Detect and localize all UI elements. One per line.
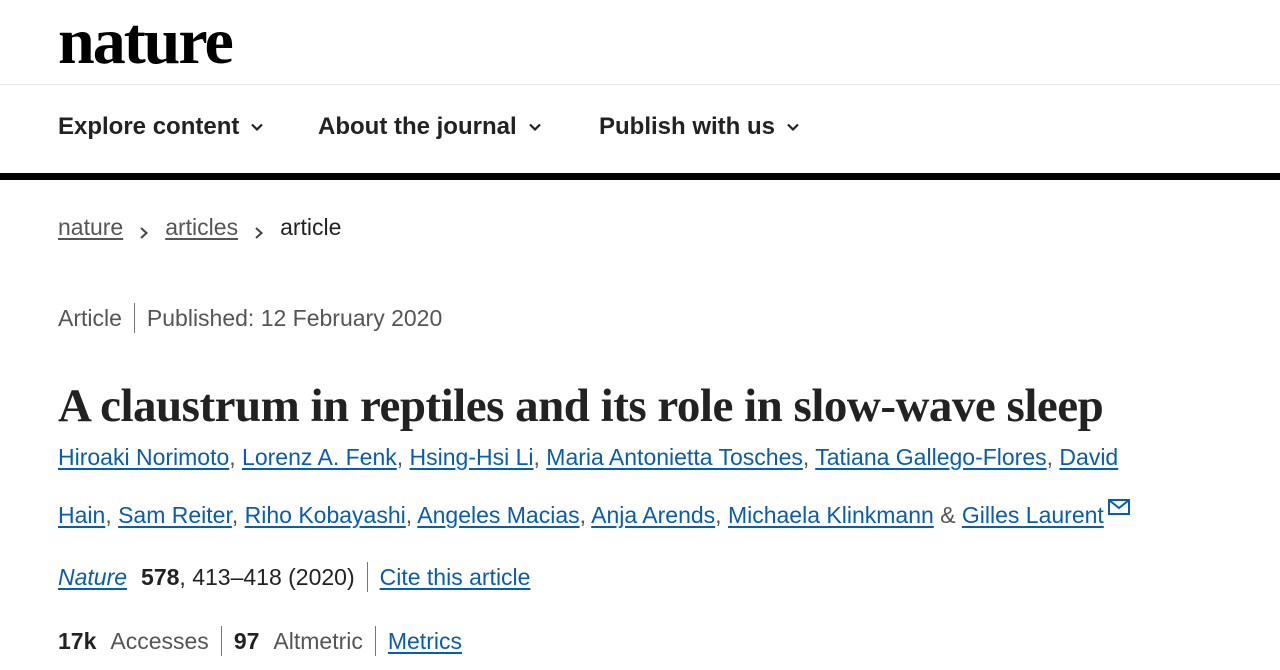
author-link[interactable]: Tatiana Gallego-Flores: [815, 444, 1046, 470]
author-link[interactable]: Maria Antonietta Tosches: [546, 444, 803, 470]
altmetric-label: Altmetric: [273, 627, 363, 654]
separator: ,: [231, 502, 239, 528]
breadcrumb-link-nature[interactable]: nature: [58, 214, 123, 241]
breadcrumb-current: article: [280, 214, 342, 240]
accesses-count: 17k: [58, 627, 97, 654]
accesses-label: Accesses: [110, 627, 209, 654]
citation: Nature 578 , 413–418 (2020) Cite this ar…: [58, 562, 530, 592]
nav-explore-content[interactable]: Explore content: [58, 113, 265, 141]
header-divider: [0, 173, 1280, 180]
article-metrics: 17k Accesses 97 Altmetric Metrics: [58, 626, 462, 656]
author-link[interactable]: Riho Kobayashi: [245, 502, 406, 528]
separator: ,: [1046, 444, 1054, 470]
breadcrumb-link-articles[interactable]: articles: [165, 214, 238, 241]
separator: ,: [802, 444, 810, 470]
article-type: Article: [58, 304, 122, 331]
author-link[interactable]: David: [1059, 444, 1118, 470]
metrics-link[interactable]: Metrics: [388, 628, 462, 655]
separator: ,: [715, 502, 722, 528]
pages-year: , 413–418 (2020): [179, 563, 355, 590]
envelope-icon[interactable]: [1107, 482, 1130, 515]
separator: ,: [396, 444, 404, 470]
nav-label: Publish with us: [599, 113, 776, 140]
published-date: Published: 12 February 2020: [146, 304, 443, 331]
nav-publish-with-us[interactable]: Publish with us: [599, 113, 801, 141]
author-link[interactable]: Hsing-Hsi Li: [410, 444, 534, 470]
divider: [366, 562, 368, 592]
separator: ,: [405, 502, 413, 528]
article-title: A claustrum in reptiles and its role in …: [58, 380, 1104, 433]
article-meta: Article Published: 12 February 2020: [58, 303, 442, 333]
nav-about-the-journal[interactable]: About the journal: [318, 113, 543, 141]
divider: [220, 626, 222, 656]
breadcrumb: nature articles article: [58, 214, 341, 241]
site-header: nature: [0, 0, 1280, 85]
chevron-right-icon: [137, 220, 151, 239]
author-link[interactable]: Hain: [58, 502, 105, 528]
separator: ,: [105, 502, 112, 528]
author-conjunction: &: [940, 502, 956, 528]
author-list: Hiroaki Norimoto, Lorenz A. Fenk, Hsing-…: [58, 432, 1218, 540]
nature-logo[interactable]: nature: [58, 2, 234, 82]
cite-this-article-link[interactable]: Cite this article: [380, 564, 531, 591]
author-link[interactable]: Lorenz A. Fenk: [242, 444, 397, 470]
journal-link[interactable]: Nature: [58, 564, 127, 591]
separator: ,: [533, 444, 540, 470]
main-nav: Explore content About the journal Publis…: [0, 85, 1280, 173]
chevron-right-icon: [252, 220, 266, 239]
divider: [374, 626, 376, 656]
author-link[interactable]: Angeles Macias: [417, 502, 579, 528]
volume: 578: [141, 563, 180, 590]
divider: [133, 303, 135, 333]
author-link[interactable]: Michaela Klinkmann: [728, 502, 934, 528]
author-link[interactable]: Gilles Laurent: [962, 502, 1104, 528]
author-link[interactable]: Sam Reiter: [118, 502, 232, 528]
separator: ,: [229, 444, 236, 470]
chevron-down-icon: [527, 119, 543, 135]
author-link[interactable]: Hiroaki Norimoto: [58, 444, 229, 470]
nav-label: About the journal: [318, 113, 517, 140]
nav-label: Explore content: [58, 113, 240, 140]
author-link[interactable]: Anja Arends: [591, 502, 715, 528]
separator: ,: [579, 502, 587, 528]
chevron-down-icon: [249, 119, 265, 135]
chevron-down-icon: [785, 119, 801, 135]
altmetric-count: 97: [233, 627, 260, 654]
